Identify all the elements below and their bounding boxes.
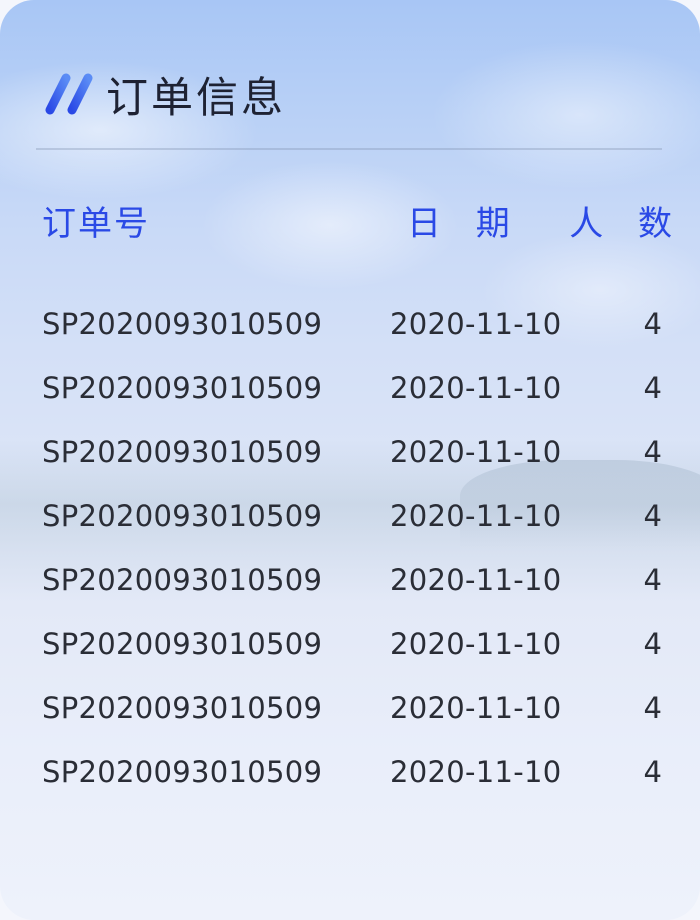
table-row: SP2020093010509 2020-11-10 4 xyxy=(0,551,700,615)
table-row: SP2020093010509 2020-11-10 4 xyxy=(0,359,700,423)
order-table-body: SP2020093010509 2020-11-10 4 SP202009301… xyxy=(0,295,700,807)
double-slash-icon xyxy=(45,73,93,115)
panel-header: 订单信息 xyxy=(42,66,286,122)
date-cell: 2020-11-10 xyxy=(390,435,562,469)
column-header-count: 人 数 xyxy=(569,204,684,244)
date-cell: 2020-11-10 xyxy=(390,307,562,341)
order-info-panel: 订单信息 订单号 日 期 人 数 SP2020093010509 2020-11… xyxy=(0,0,700,920)
date-cell: 2020-11-10 xyxy=(390,627,562,661)
order-number-cell: SP2020093010509 xyxy=(42,307,323,341)
date-cell: 2020-11-10 xyxy=(390,563,562,597)
order-number-cell: SP2020093010509 xyxy=(42,691,323,725)
count-cell: 4 xyxy=(643,563,662,597)
table-row: SP2020093010509 2020-11-10 4 xyxy=(0,743,700,807)
column-header-order-no: 订单号 xyxy=(42,204,150,244)
date-cell: 2020-11-10 xyxy=(390,499,562,533)
order-number-cell: SP2020093010509 xyxy=(42,499,323,533)
title-divider xyxy=(36,148,662,150)
date-cell: 2020-11-10 xyxy=(390,691,562,725)
table-row: SP2020093010509 2020-11-10 4 xyxy=(0,615,700,679)
order-number-cell: SP2020093010509 xyxy=(42,627,323,661)
count-cell: 4 xyxy=(643,627,662,661)
order-number-cell: SP2020093010509 xyxy=(42,755,323,789)
date-cell: 2020-11-10 xyxy=(390,755,562,789)
order-number-cell: SP2020093010509 xyxy=(42,371,323,405)
panel-title: 订单信息 xyxy=(106,72,287,122)
table-row: SP2020093010509 2020-11-10 4 xyxy=(0,679,700,743)
table-header: 订单号 日 期 人 数 xyxy=(0,190,700,246)
count-cell: 4 xyxy=(643,499,662,533)
table-row: SP2020093010509 2020-11-10 4 xyxy=(0,423,700,487)
count-cell: 4 xyxy=(643,755,662,789)
count-cell: 4 xyxy=(643,371,662,405)
order-number-cell: SP2020093010509 xyxy=(42,435,323,469)
column-header-date: 日 期 xyxy=(407,204,522,244)
table-row: SP2020093010509 2020-11-10 4 xyxy=(0,295,700,359)
count-cell: 4 xyxy=(643,307,662,341)
background-cloud xyxy=(430,40,700,190)
table-row: SP2020093010509 2020-11-10 4 xyxy=(0,487,700,551)
date-cell: 2020-11-10 xyxy=(390,371,562,405)
count-cell: 4 xyxy=(643,691,662,725)
order-number-cell: SP2020093010509 xyxy=(42,563,323,597)
count-cell: 4 xyxy=(643,435,662,469)
